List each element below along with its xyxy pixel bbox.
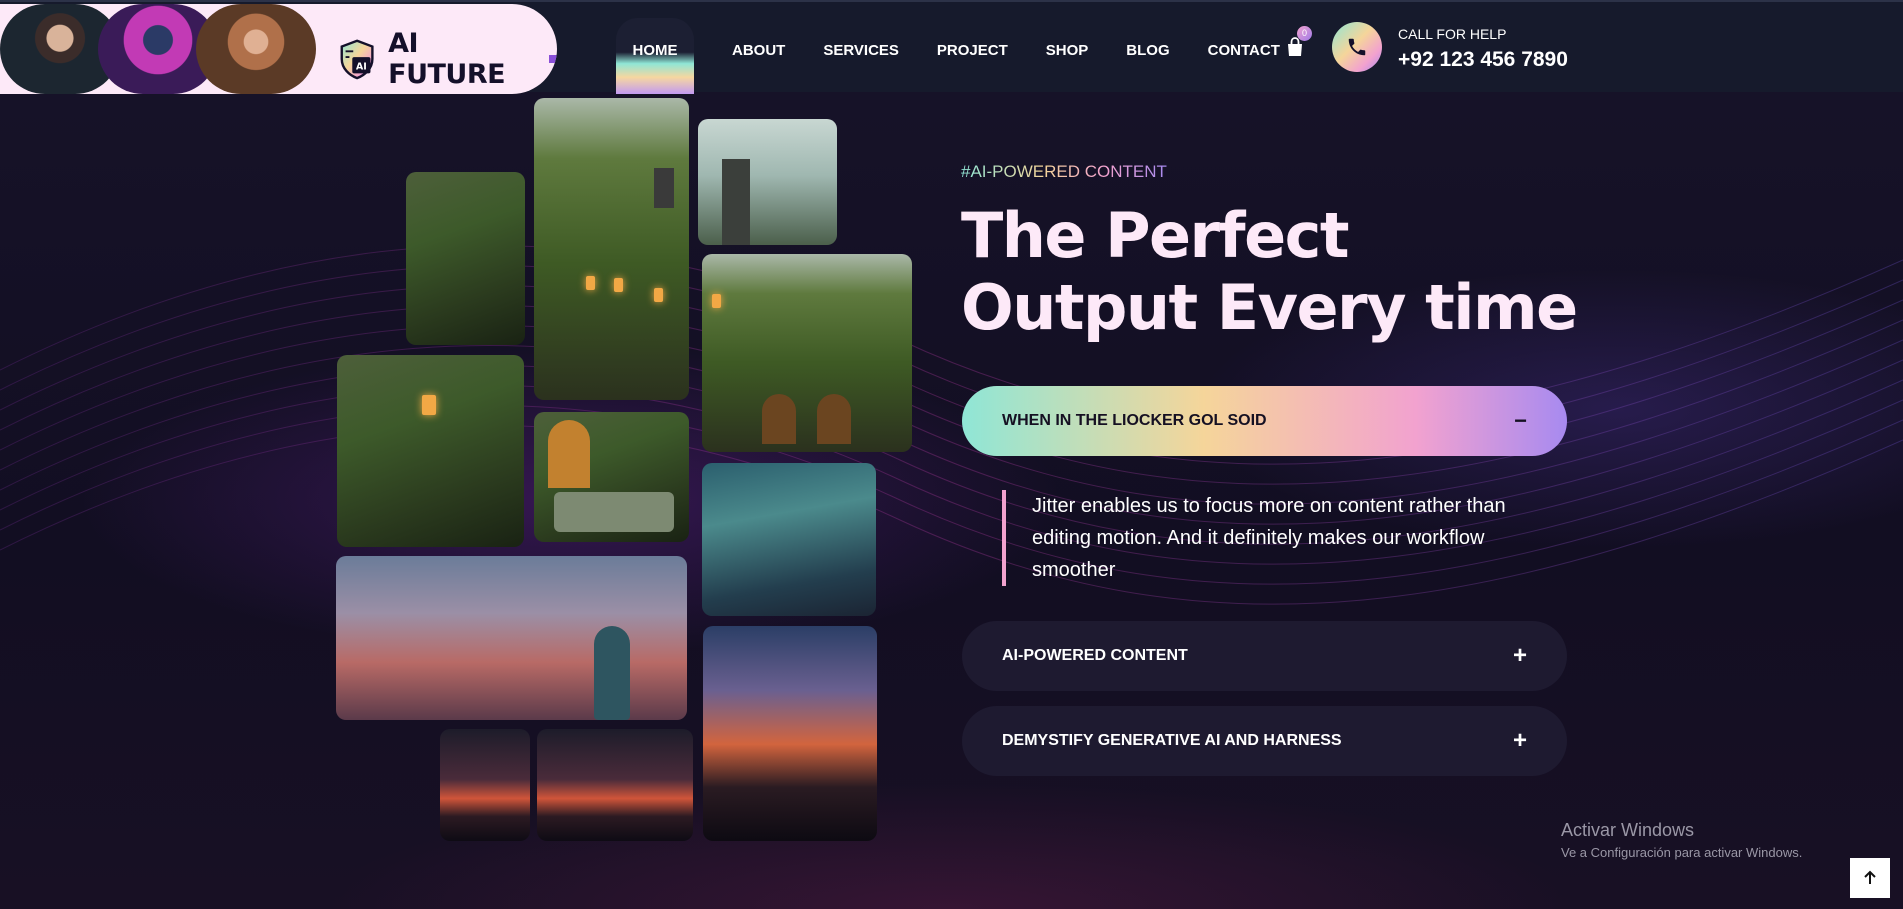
call-for-help-label: CALL FOR HELP	[1398, 26, 1507, 42]
svg-text:AI: AI	[356, 62, 367, 73]
cart-count-badge: 0	[1297, 26, 1312, 41]
hero-title-line-1: The Perfect	[961, 199, 1350, 272]
main-nav: HOME ABOUT SERVICES PROJECT SHOP BLOG CO…	[616, 18, 1318, 94]
site-header: AI AI FUTURE HOME ABOUT SERVICES PROJECT…	[0, 0, 1903, 94]
collage-image-chimney-mist	[698, 119, 837, 245]
collage-image-wanderer-clouds	[336, 556, 687, 720]
collage-image-ivy-wall	[406, 172, 525, 345]
collage-image-hobbit-house	[702, 254, 912, 452]
accordion-item-demystify-generative-ai[interactable]: DEMYSTIFY GENERATIVE AI AND HARNESS +	[962, 706, 1567, 776]
nav-item-project[interactable]: PROJECT	[937, 18, 1008, 94]
collage-image-teal-forest	[702, 463, 876, 616]
nav-item-contact[interactable]: CONTACT	[1208, 18, 1280, 94]
nav-item-about[interactable]: ABOUT	[732, 18, 785, 94]
minus-icon: −	[1514, 408, 1527, 433]
avatar-strip	[0, 4, 316, 94]
windows-activation-title: Activar Windows	[1561, 820, 1695, 840]
hero-title-line-2: Output Every time	[961, 271, 1578, 344]
accordion-title: AI-POWERED CONTENT	[1002, 647, 1188, 664]
windows-activation-subtitle: Ve a Configuración para activar Windows.	[1561, 845, 1803, 860]
logo-banner[interactable]: AI AI FUTURE	[0, 4, 557, 94]
nav-item-services[interactable]: SERVICES	[823, 18, 899, 94]
phone-button[interactable]	[1332, 22, 1382, 72]
scroll-to-top-button[interactable]	[1850, 858, 1890, 898]
accordion-item-open[interactable]: WHEN IN THE LIOCKER GOL SOID −	[962, 386, 1567, 456]
collage-image-cottage-roof	[534, 98, 689, 400]
accordion-item-ai-powered-content[interactable]: AI-POWERED CONTENT +	[962, 621, 1567, 691]
avatar-image	[196, 4, 316, 94]
collage-image-round-door	[534, 412, 689, 542]
collage-image-red-horizon	[537, 729, 693, 841]
accordion-body: Jitter enables us to focus more on conte…	[1002, 490, 1522, 586]
phone-icon	[1348, 38, 1366, 56]
hero-title: The Perfect Output Every time	[961, 200, 1581, 344]
arrow-up-icon	[1864, 870, 1876, 884]
collage-image-stormy-sunset	[703, 626, 877, 841]
hero-tag: #AI-POWERED CONTENT	[961, 162, 1167, 181]
mesh-wave-decoration	[0, 245, 1903, 605]
brand-name: AI FUTURE	[388, 28, 506, 90]
collage-image-dusk-field	[440, 729, 530, 841]
shield-ai-icon: AI	[340, 39, 374, 80]
accordion-title: DEMYSTIFY GENERATIVE AI AND HARNESS	[1002, 732, 1342, 749]
brand-dot	[549, 55, 557, 63]
nav-item-blog[interactable]: BLOG	[1126, 18, 1169, 94]
accordion-title: WHEN IN THE LIOCKER GOL SOID	[1002, 412, 1267, 429]
brand-logo[interactable]: AI AI FUTURE	[336, 28, 557, 90]
nav-item-home[interactable]: HOME	[616, 18, 694, 94]
nav-item-shop[interactable]: SHOP	[1046, 18, 1089, 94]
phone-number[interactable]: +92 123 456 7890	[1398, 48, 1568, 72]
plus-icon: +	[1512, 727, 1527, 754]
plus-icon: +	[1512, 642, 1527, 669]
collage-image-cottage-window	[337, 355, 524, 547]
